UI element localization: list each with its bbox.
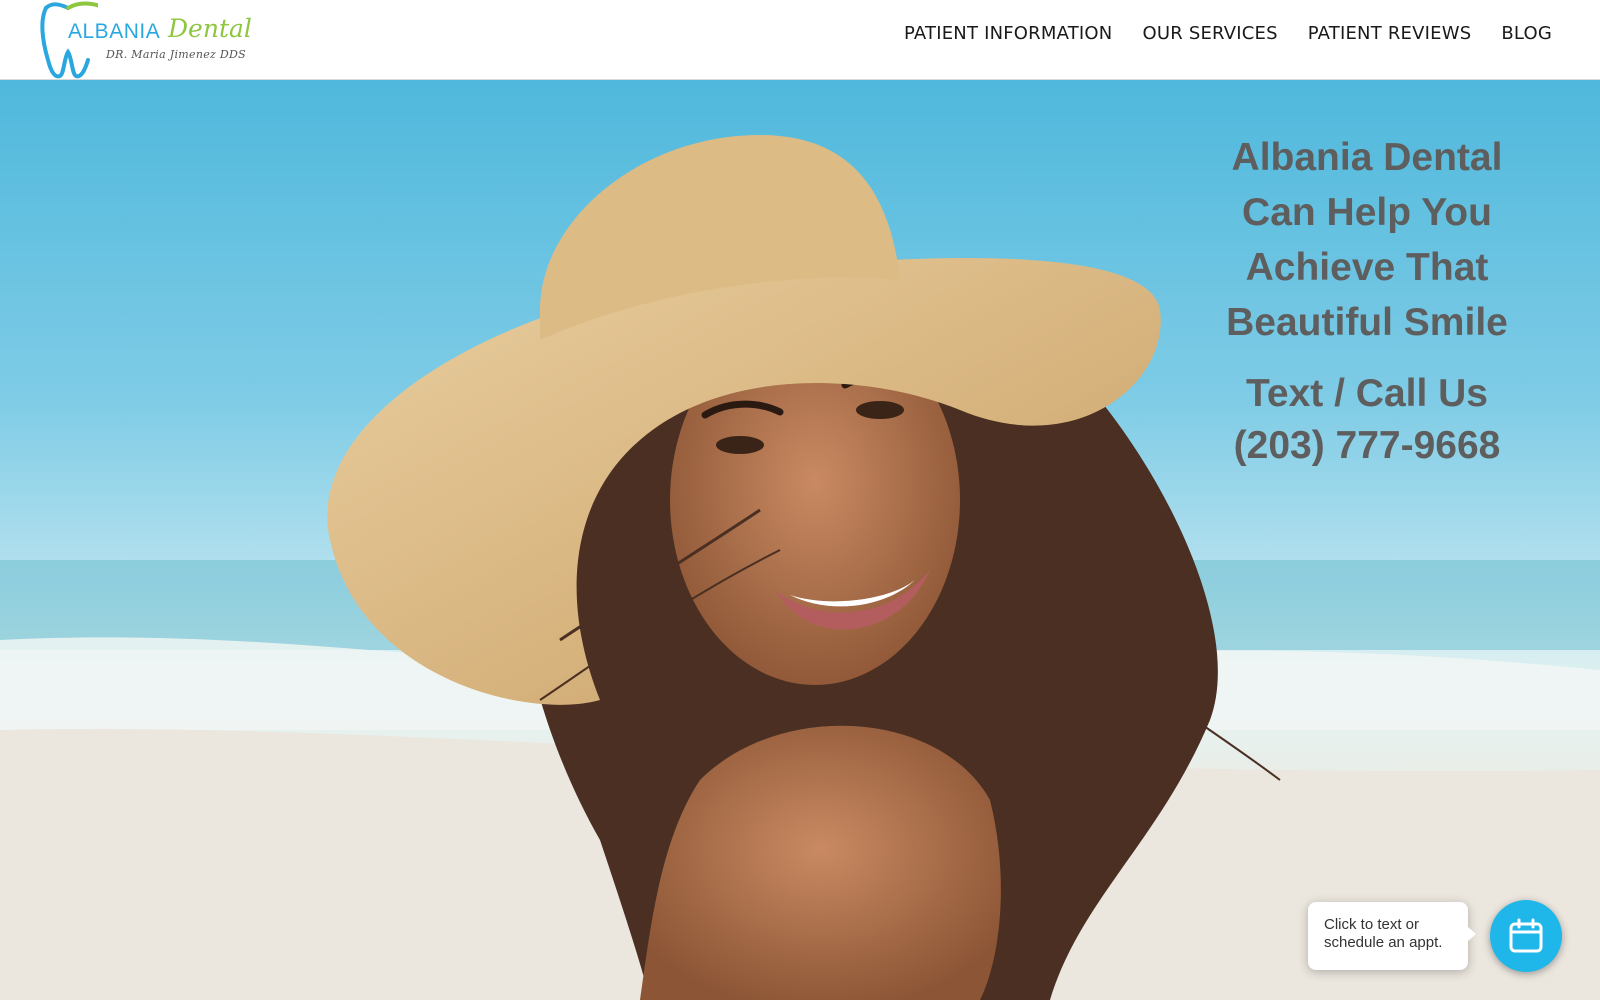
nav-patient-reviews[interactable]: PATIENT REVIEWS bbox=[1308, 23, 1472, 44]
chat-prompt-bubble[interactable]: Click to text or schedule an appt. bbox=[1308, 902, 1476, 970]
headline-line-3: Achieve That bbox=[1245, 246, 1489, 289]
main-nav: PATIENT INFORMATION OUR SERVICES PATIENT… bbox=[904, 23, 1552, 44]
nav-blog[interactable]: BLOG bbox=[1501, 23, 1552, 44]
logo-script: Dental bbox=[168, 14, 252, 43]
calendar-icon bbox=[1509, 918, 1543, 953]
cta-phone-number[interactable]: (203) 777-9668 bbox=[1202, 420, 1532, 472]
site-header: ALBANIA Dental DR. Maria Jimenez DDS PAT… bbox=[0, 0, 1600, 80]
schedule-chat-button[interactable] bbox=[1490, 900, 1562, 972]
cta-text-call: Text / Call Us bbox=[1245, 372, 1489, 415]
headline-line-1: Albania Dental bbox=[1231, 136, 1503, 179]
logo-subtitle: DR. Maria Jimenez DDS bbox=[106, 48, 246, 61]
hero-headline: Albania Dental Can Help You Achieve That… bbox=[1202, 130, 1532, 472]
nav-patient-information[interactable]: PATIENT INFORMATION bbox=[904, 23, 1112, 44]
hero-banner: Albania Dental Can Help You Achieve That… bbox=[0, 80, 1600, 1000]
headline-line-2: Can Help You bbox=[1242, 191, 1492, 234]
chat-prompt-line-1: Click to text or bbox=[1324, 916, 1420, 933]
nav-our-services[interactable]: OUR SERVICES bbox=[1142, 23, 1277, 44]
headline-line-4: Beautiful Smile bbox=[1226, 301, 1508, 344]
logo-name: ALBANIA bbox=[68, 20, 161, 43]
chat-prompt-line-2: schedule an appt. bbox=[1324, 934, 1443, 951]
headline-spacer bbox=[1202, 350, 1532, 368]
site-logo[interactable]: ALBANIA Dental DR. Maria Jimenez DDS bbox=[38, 0, 258, 80]
